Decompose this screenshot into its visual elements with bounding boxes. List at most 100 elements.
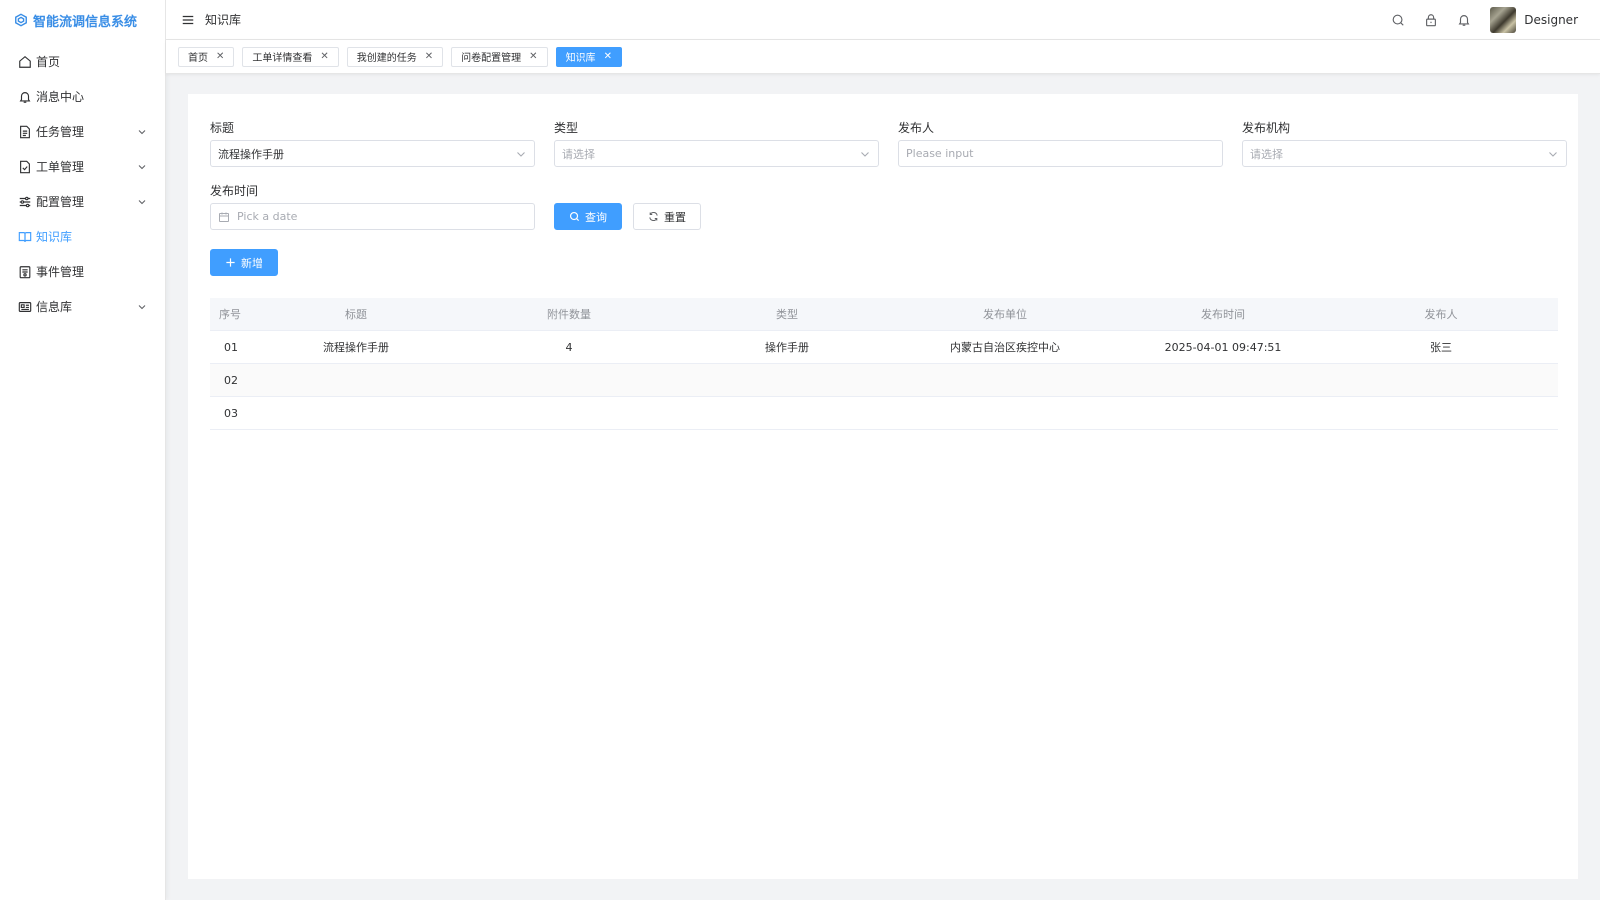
search-icon[interactable] (1391, 13, 1405, 27)
tab-questionnaire-config[interactable]: 问卷配置管理 ✕ (451, 46, 548, 67)
menu-toggle-icon[interactable] (181, 13, 195, 27)
tabs-bar: 首页 ✕ 工单详情查看 ✕ 我创建的任务 ✕ 问卷配置管理 ✕ 知识库 ✕ (166, 40, 1600, 74)
sidebar-item-tasks[interactable]: 任务管理 (0, 114, 165, 149)
col-header-type: 类型 (776, 308, 798, 321)
sidebar-item-workorders[interactable]: 工单管理 (0, 149, 165, 184)
notification-bell-icon[interactable] (1457, 13, 1471, 27)
event-icon (18, 265, 32, 279)
col-header-time: 发布时间 (1201, 308, 1245, 321)
cell-index: 01 (224, 340, 238, 354)
cell-publisher: 张三 (1430, 341, 1452, 354)
table-row[interactable]: 03 (210, 397, 1558, 430)
chevron-down-icon (138, 129, 146, 134)
close-icon[interactable]: ✕ (604, 51, 612, 62)
chevron-down-icon (138, 164, 146, 169)
app-logo[interactable]: 智能流调信息系统 (0, 0, 165, 40)
tab-my-tasks[interactable]: 我创建的任务 ✕ (346, 46, 444, 67)
sidebar-item-messages[interactable]: 消息中心 (0, 79, 165, 114)
cell-org: 内蒙古自治区疾控中心 (950, 341, 1060, 354)
date-picker-placeholder: Pick a date (237, 210, 298, 223)
file-check-icon (18, 160, 32, 174)
close-icon[interactable]: ✕ (320, 51, 328, 62)
table-row[interactable]: 01 流程操作手册 4 操作手册 内蒙古自治区疾控中心 2025-04-01 0… (210, 331, 1558, 364)
app-title: 智能流调信息系统 (33, 14, 138, 30)
tab-knowledge[interactable]: 知识库 ✕ (555, 46, 622, 67)
main-card: 标题 流程操作手册 类型 请选择 发布人 Please input 发布机构 请… (188, 94, 1578, 879)
sidebar-item-events[interactable]: 事件管理 (0, 254, 165, 289)
sidebar-item-label: 知识库 (36, 230, 73, 244)
type-select-placeholder: 请选择 (562, 147, 595, 161)
table-body: 01 流程操作手册 4 操作手册 内蒙古自治区疾控中心 2025-04-01 0… (210, 331, 1558, 430)
sidebar-item-label: 消息中心 (36, 90, 85, 104)
document-icon (18, 125, 32, 139)
sidebar-item-config[interactable]: 配置管理 (0, 184, 165, 219)
tab-home[interactable]: 首页 ✕ (178, 46, 235, 67)
chevron-down-icon (1549, 151, 1557, 157)
sidebar-item-home[interactable]: 首页 (0, 44, 165, 79)
refresh-icon (649, 212, 658, 221)
sidebar-menu: 首页 消息中心 任务管理 工单管理 配置管理 知识库 事件管理 信息库 (0, 44, 165, 324)
date-picker[interactable]: Pick a date (210, 203, 535, 230)
cell-index: 03 (224, 406, 238, 420)
sidebar: 智能流调信息系统 首页 消息中心 任务管理 工单管理 配置管理 知识库 事件管理… (0, 0, 166, 900)
reset-button-label: 重置 (664, 210, 686, 224)
cell-type: 操作手册 (765, 341, 809, 354)
search-button-label: 查询 (585, 210, 607, 224)
cell-index: 02 (224, 373, 238, 387)
sliders-icon (18, 195, 32, 209)
type-select[interactable]: 请选择 (554, 140, 879, 167)
close-icon[interactable]: ✕ (216, 51, 224, 62)
sidebar-item-label: 首页 (36, 55, 61, 69)
sidebar-item-knowledge[interactable]: 知识库 (0, 219, 165, 254)
search-button[interactable]: 查询 (554, 203, 622, 230)
tab-label: 知识库 (565, 53, 596, 64)
publisher-input-placeholder: Please input (906, 147, 974, 160)
add-button-label: 新增 (241, 256, 263, 270)
search-icon (569, 211, 580, 222)
publisher-label: 发布人 (898, 121, 935, 135)
sidebar-item-infobase[interactable]: 信息库 (0, 289, 165, 324)
home-icon (18, 55, 32, 69)
avatar[interactable] (1490, 7, 1517, 33)
close-icon[interactable]: ✕ (529, 51, 537, 62)
org-label: 发布机构 (1242, 121, 1291, 135)
type-label: 类型 (554, 121, 579, 135)
cell-title: 流程操作手册 (323, 341, 389, 354)
tab-label: 首页 (188, 53, 208, 64)
col-header-index: 序号 (219, 308, 241, 321)
tab-workorder-detail[interactable]: 工单详情查看 ✕ (242, 46, 339, 67)
id-card-icon (18, 300, 32, 314)
user-name[interactable]: Designer (1524, 13, 1578, 27)
table-row[interactable]: 02 (210, 364, 1558, 397)
tab-label: 问卷配置管理 (461, 53, 522, 64)
cell-attachments: 4 (565, 340, 573, 354)
col-header-title: 标题 (345, 308, 367, 321)
sidebar-item-label: 配置管理 (36, 195, 85, 209)
chevron-down-icon (861, 151, 869, 157)
tab-label: 工单详情查看 (252, 53, 313, 64)
bell-icon (18, 90, 32, 104)
chevron-down-icon (517, 151, 525, 157)
page-title: 知识库 (205, 13, 242, 27)
chevron-down-icon (138, 199, 146, 204)
title-label: 标题 (210, 121, 235, 135)
top-header: 知识库 Designer (166, 0, 1600, 40)
lock-icon[interactable] (1424, 13, 1438, 27)
reset-button[interactable]: 重置 (633, 203, 701, 230)
col-header-attachments: 附件数量 (547, 308, 591, 321)
calendar-icon (218, 211, 230, 223)
add-button[interactable]: 新增 (210, 249, 278, 276)
title-select[interactable]: 流程操作手册 (210, 140, 535, 167)
sidebar-item-label: 任务管理 (36, 125, 85, 139)
cell-time: 2025-04-01 09:47:51 (1164, 340, 1282, 354)
tab-label: 我创建的任务 (356, 53, 417, 64)
chevron-down-icon (138, 304, 146, 309)
col-header-publisher: 发布人 (1424, 308, 1458, 321)
publisher-input[interactable]: Please input (898, 140, 1223, 167)
table-header-row: 序号 标题 附件数量 类型 发布单位 发布时间 发布人 (210, 298, 1558, 331)
book-icon (18, 230, 32, 244)
close-icon[interactable]: ✕ (425, 51, 433, 62)
plus-icon (226, 258, 235, 267)
org-select[interactable]: 请选择 (1242, 140, 1567, 167)
org-select-placeholder: 请选择 (1250, 147, 1283, 161)
